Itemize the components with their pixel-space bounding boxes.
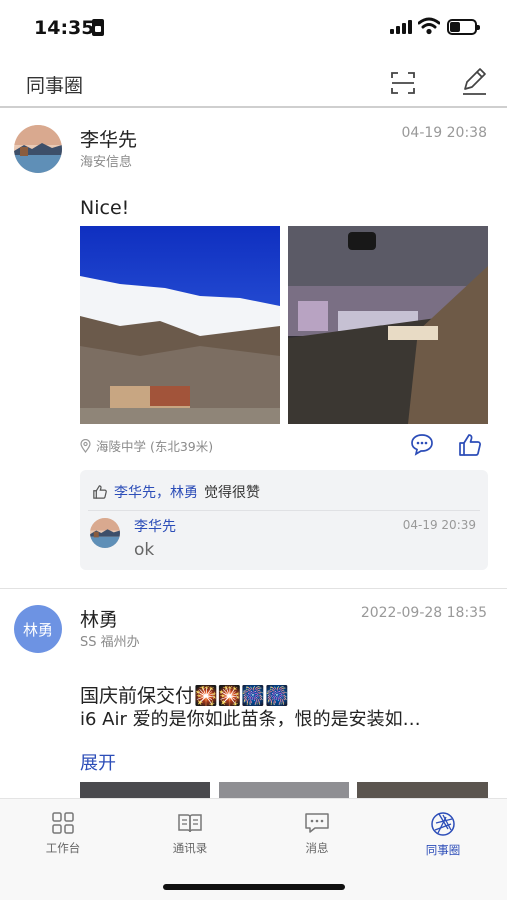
post-photo[interactable] [219,782,349,798]
tab-moments[interactable]: 同事圈 [393,807,493,867]
status-bar: 14:35 [0,0,507,56]
nav-bar: 同事圈 [0,56,507,108]
post-time: 04-19 20:38 [401,125,487,141]
comment-icon[interactable] [409,432,435,458]
message-icon [305,813,329,833]
scan-icon[interactable] [388,68,418,98]
comment-author[interactable]: 李华先 [134,516,176,536]
like-small-icon [93,485,107,499]
avatar[interactable]: 林勇 [14,605,62,653]
post-text: Nice! [80,197,130,219]
tab-label: 消息 [305,841,329,855]
post-time: 2022-09-28 18:35 [360,605,487,621]
post: 李华先 海安信息 04-19 20:38 Nice! 海陵中学 (东北39米) … [0,108,507,588]
post-author[interactable]: 林勇 [80,605,118,632]
post-location[interactable]: 海陵中学 (东北39米) [80,436,213,455]
post-photo[interactable] [357,782,488,798]
book-icon [178,814,202,833]
page-title: 同事圈 [26,75,84,97]
moments-feed[interactable]: 李华先 海安信息 04-19 20:38 Nice! 海陵中学 (东北39米) … [0,108,507,798]
comment-time: 04-19 20:39 [402,518,476,532]
post-author[interactable]: 李华先 [80,125,137,152]
likes-row: 李华先，林勇 觉得很赞 [92,482,260,502]
likes-suffix: 觉得很赞 [204,485,260,501]
tab-label: 同事圈 [425,843,461,857]
post: 林勇 林勇 SS 福州办 2022-09-28 18:35 国庆前保交付🎇🎇🎆🎆… [0,589,507,798]
edit-post-icon[interactable] [458,66,490,98]
post-photo-mountain[interactable] [80,226,280,424]
comment-text: ok [134,540,155,560]
post-department: SS 福州办 [80,635,140,650]
status-time: 14:35 [34,17,95,39]
battery-icon [447,19,480,35]
tab-label: 工作台 [45,841,81,855]
post-department: 海安信息 [80,155,133,170]
orientation-lock-icon [92,19,104,36]
expand-link[interactable]: 展开 [80,749,116,775]
cellular-signal-icon [390,20,412,34]
comment-avatar[interactable] [90,518,120,548]
location-pin-icon [80,438,91,453]
tab-messages[interactable]: 消息 [267,807,367,867]
avatar[interactable] [14,125,62,173]
tab-label: 通讯录 [172,841,208,855]
likes-names[interactable]: 李华先，林勇 [114,482,198,502]
grid-icon [52,812,74,834]
location-text: 海陵中学 (东北39米) [96,439,214,454]
aperture-icon [431,812,455,836]
tab-contacts[interactable]: 通讯录 [140,807,240,867]
post-text-line: i6 Air 爱的是你如此苗条，恨的是安装如… [80,709,421,730]
home-indicator[interactable] [163,884,345,890]
post-photo-car-interior[interactable] [288,226,488,424]
post-text-line: 国庆前保交付🎇🎇🎆🎆 [80,685,289,707]
post-photo[interactable] [80,782,210,798]
tab-workbench[interactable]: 工作台 [13,807,113,867]
wifi-icon [418,17,440,35]
likes-comments-box: 李华先，林勇 觉得很赞 李华先 04-19 20:39 ok [80,470,488,570]
like-icon[interactable] [457,432,483,458]
divider [88,510,480,511]
